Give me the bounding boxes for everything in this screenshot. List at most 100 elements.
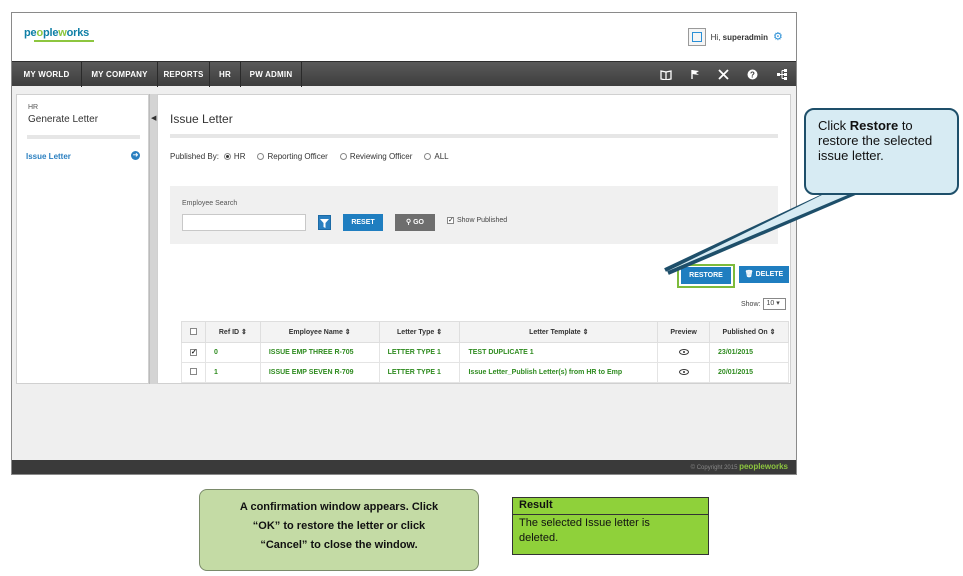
table-row[interactable]: 1 ISSUE EMP SEVEN R-709 LETTER TYPE 1 Is… xyxy=(181,362,789,383)
show-published-label: Show Published xyxy=(457,217,508,224)
table-header-row: Ref ID ⇕ Employee Name ⇕ Letter Type ⇕ L… xyxy=(181,321,789,343)
user-greeting: Hi, superadmin xyxy=(711,33,768,42)
trash-icon: 🗑 xyxy=(744,271,754,278)
callout-text-bold: Restore xyxy=(849,118,899,133)
sidebar: HR Generate Letter Issue Letter ➜ xyxy=(16,94,149,384)
eye-icon[interactable] xyxy=(678,348,689,355)
employee-search-input[interactable] xyxy=(182,214,306,231)
cell-letter-template: TEST DUPLICATE 1 xyxy=(459,342,659,363)
greeting-prefix: Hi, xyxy=(710,32,721,42)
row-checkbox[interactable]: ✓ xyxy=(189,349,197,356)
result-title: Result xyxy=(513,498,708,515)
page-size-value: 10 xyxy=(766,300,775,307)
sitemap-icon[interactable] xyxy=(767,62,796,87)
instruction-callout: Click Restore to restore the selected is… xyxy=(804,108,959,195)
help-icon[interactable]: ? xyxy=(738,62,767,87)
row-select-cell xyxy=(181,362,206,383)
svg-text:?: ? xyxy=(750,71,755,80)
sidebar-title: Generate Letter xyxy=(28,114,99,125)
nav-item-my-company[interactable]: MY COMPANY xyxy=(82,62,158,87)
app-window: peopleworks Hi, superadmin ⚙ MY WORLD MY… xyxy=(11,12,797,475)
search-icon: ⚲ xyxy=(406,219,412,226)
nav-item-hr[interactable]: HR xyxy=(210,62,241,87)
employee-search-label: Employee Search xyxy=(182,200,238,207)
user-area: Hi, superadmin ⚙ xyxy=(687,27,784,47)
cell-letter-template: Issue Letter_Publish Letter(s) from HR t… xyxy=(459,362,659,383)
column-header-employee-name[interactable]: Employee Name ⇕ xyxy=(259,321,380,343)
column-header-published-on[interactable]: Published On ⇕ xyxy=(709,321,789,343)
radio-button-hr[interactable] xyxy=(223,153,231,160)
main-navbar: MY WORLD MY COMPANY REPORTS HR PW ADMIN … xyxy=(12,61,796,87)
reset-button[interactable]: RESET xyxy=(343,214,383,231)
page-size-label: Show: xyxy=(741,300,761,308)
radio-button-reporting-officer[interactable] xyxy=(257,153,265,160)
cell-ref-id: 0 xyxy=(204,342,261,363)
published-by-filter: Published By: HR Reporting Officer Revie… xyxy=(170,152,461,161)
confirmation-note: A confirmation window appears. Click “OK… xyxy=(199,489,479,571)
select-all-checkbox[interactable] xyxy=(189,327,197,335)
callout-text-pre: Click xyxy=(818,118,850,133)
page-size-control: Show: 10 ▾ xyxy=(741,298,787,310)
delete-button-label: DELETE xyxy=(755,271,784,278)
cell-published-on: 23/01/2015 xyxy=(709,342,789,363)
cell-letter-type: LETTER TYPE 1 xyxy=(378,362,461,383)
filter-icon[interactable] xyxy=(318,215,331,230)
footer-brand: peopleworks xyxy=(739,462,788,471)
column-header-ref-id[interactable]: Ref ID ⇕ xyxy=(204,321,261,343)
go-button-label: GO xyxy=(413,219,424,226)
radio-option-reviewing-officer[interactable]: Reviewing Officer xyxy=(339,152,413,161)
row-checkbox[interactable] xyxy=(189,368,197,375)
nav-icon-group: ? xyxy=(651,62,796,87)
column-header-letter-template[interactable]: Letter Template ⇕ xyxy=(459,321,659,343)
radio-button-reviewing-officer[interactable] xyxy=(339,153,347,160)
radio-label-reviewing-officer: Reviewing Officer xyxy=(349,152,413,161)
nav-item-reports[interactable]: REPORTS xyxy=(158,62,210,87)
flag-icon[interactable] xyxy=(680,62,709,87)
cell-preview xyxy=(657,342,711,363)
radio-option-reporting-officer[interactable]: Reporting Officer xyxy=(257,152,328,161)
eye-icon[interactable] xyxy=(678,368,689,375)
confirm-note-line-2: “OK” to restore the letter or click xyxy=(252,520,426,532)
collapse-left-icon[interactable]: ◀ xyxy=(151,114,156,122)
radio-label-reporting-officer: Reporting Officer xyxy=(267,152,328,161)
nav-item-my-world[interactable]: MY WORLD xyxy=(12,62,82,87)
go-button[interactable]: ⚲ GO xyxy=(395,214,435,231)
sidebar-item-issue-letter[interactable]: Issue Letter xyxy=(26,152,71,161)
gear-icon[interactable]: ⚙ xyxy=(773,31,784,43)
radio-option-all[interactable]: ALL xyxy=(424,152,449,161)
delete-button[interactable]: 🗑 DELETE xyxy=(739,266,789,283)
nav-item-pw-admin[interactable]: PW ADMIN xyxy=(241,62,302,87)
cell-employee-name: ISSUE EMP SEVEN R-709 xyxy=(259,362,380,383)
result-text: The selected Issue letter is deleted. xyxy=(513,515,708,547)
book-icon[interactable] xyxy=(651,62,680,87)
radio-button-all[interactable] xyxy=(424,153,432,160)
logo-text: peopleworks xyxy=(24,27,90,39)
tools-icon[interactable] xyxy=(709,62,738,87)
arrow-right-icon[interactable]: ➜ xyxy=(131,151,140,160)
show-published-checkbox[interactable]: ✓ xyxy=(447,217,454,224)
cell-letter-type: LETTER TYPE 1 xyxy=(378,342,461,363)
sidebar-splitter[interactable]: ◀ xyxy=(149,94,157,384)
peopleworks-logo[interactable]: peopleworks xyxy=(24,27,104,45)
column-header-preview: Preview xyxy=(657,321,711,343)
sidebar-divider xyxy=(27,135,140,139)
username[interactable]: superadmin xyxy=(723,33,768,42)
confirm-note-line-1: A confirmation window appears. Click xyxy=(239,501,439,513)
page-size-select[interactable]: 10 ▾ xyxy=(763,298,787,310)
app-header: peopleworks Hi, superadmin ⚙ xyxy=(12,13,796,61)
show-published-toggle[interactable]: ✓ Show Published xyxy=(447,217,507,224)
select-all-header xyxy=(181,321,206,343)
table-row[interactable]: ✓ 0 ISSUE EMP THREE R-705 LETTER TYPE 1 … xyxy=(181,342,789,363)
restore-button[interactable]: RESTORE xyxy=(681,267,731,284)
employee-search-panel: Employee Search RESET ⚲ GO ✓ Show Publis… xyxy=(170,186,778,244)
cell-employee-name: ISSUE EMP THREE R-705 xyxy=(259,342,380,363)
main-panel: Issue Letter Published By: HR Reporting … xyxy=(157,94,791,384)
app-footer: © Copyright 2015 peopleworks xyxy=(12,460,796,474)
logo-tagline-bar xyxy=(34,40,94,42)
radio-option-hr[interactable]: HR xyxy=(223,152,245,161)
avatar[interactable] xyxy=(687,28,706,46)
cell-published-on: 20/01/2015 xyxy=(709,362,789,383)
column-header-letter-type[interactable]: Letter Type ⇕ xyxy=(378,321,461,343)
row-select-cell: ✓ xyxy=(181,342,206,363)
confirm-note-line-3: “Cancel” to close the window. xyxy=(260,539,418,551)
